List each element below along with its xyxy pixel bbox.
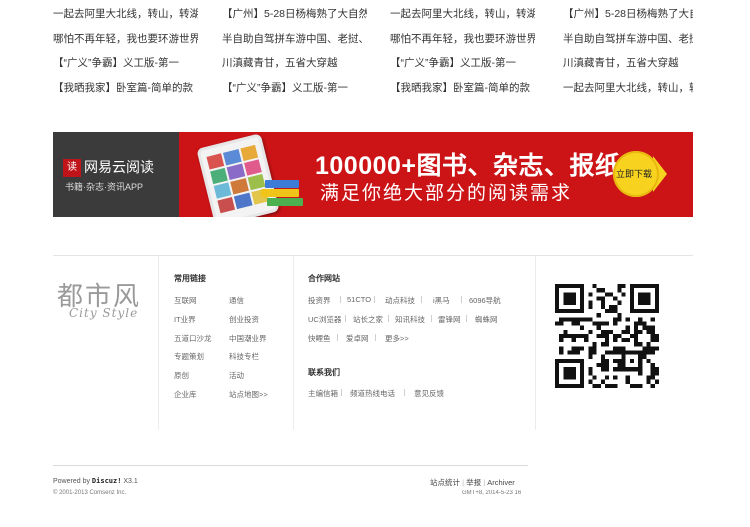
footer-utility-links: 站点统计 | 举报 | Archiver [430,478,515,487]
reading-app-banner[interactable]: 读 网易云阅读 书籍·杂志·资讯APP 100000+图书、杂志、报纸 满足你绝… [53,132,693,217]
partner-link[interactable]: 站长之家 [353,314,383,325]
footer-link[interactable]: 五道口沙龙 [174,333,212,344]
banner-brand-panel: 读 网易云阅读 书籍·杂志·资讯APP [53,132,179,217]
thread-link[interactable]: 川滇藏青甘，五省大穿越 [222,55,367,80]
link-separator [466,315,467,322]
thread-link[interactable]: 一起去阿里大北线，转山，转湖 [563,80,693,105]
app-logo-icon: 读 [63,159,81,177]
footer-link[interactable]: 互联网 [174,295,197,306]
column-divider [158,256,159,430]
links-column-3: 一起去阿里大北线，转山，转湖 哪怕不再年轻，我也要环游世界 【“广义”争霸】义工… [390,6,535,104]
footer-link[interactable]: 原创 [174,370,189,381]
thread-link[interactable]: 【我晒我家】卧室篇-简单的款 [390,80,535,105]
link-separator [388,315,389,322]
featured-links-grid: 一起去阿里大北线，转山，转湖 哪怕不再年轻，我也要环游世界 【“广义”争霸】义工… [0,0,750,100]
link-separator [421,296,422,303]
footer-link[interactable]: 站点地图>> [229,389,268,400]
partner-link[interactable]: 蜘蛛网 [475,314,498,325]
contact-link[interactable]: 频道热线电话 [350,388,395,399]
powered-by: Powered by Discuz! X3.1 [53,477,138,485]
banner-app-name: 网易云阅读 [84,159,154,175]
partner-link[interactable]: 51CTO [347,295,371,304]
thread-link[interactable]: 【广州】5-28日杨梅熟了大自然 [563,6,693,31]
partner-link[interactable]: 投资界 [308,295,331,306]
thread-link[interactable]: 半自助自驾拼车游中国、老挝、 [222,31,367,56]
footer-link[interactable]: IT业界 [174,314,196,325]
link-separator [337,334,338,341]
thread-link[interactable]: 【我晒我家】卧室篇-简单的款 [53,80,198,105]
contact-link[interactable]: 主编信箱 [308,388,338,399]
footer-link[interactable]: 专题策划 [174,351,204,362]
footer-link[interactable]: 活动 [229,370,244,381]
footer-link[interactable]: 科技专栏 [229,351,259,362]
footer-link[interactable]: 中国潮业界 [229,333,267,344]
links-column-2: 【广州】5-28日杨梅熟了大自然 半自助自驾拼车游中国、老挝、 川滇藏青甘，五省… [222,6,367,104]
footer-link[interactable]: 企业库 [174,389,197,400]
contact-heading: 联系我们 [308,368,340,377]
link-separator [340,296,341,303]
partner-link[interactable]: 知讯科技 [395,314,425,325]
partner-link[interactable]: UC浏览器 [308,314,341,325]
column-divider [293,256,294,430]
link-separator [374,296,375,303]
thread-link[interactable]: 【“广义”争霸】义工版-第一 [222,80,367,105]
contact-link[interactable]: 意见反馈 [414,388,444,399]
thread-link[interactable]: 哪怕不再年轻，我也要环游世界 [53,31,198,56]
more-partners-link[interactable]: 更多>> [385,333,409,344]
thread-link[interactable]: 哪怕不再年轻，我也要环游世界 [390,31,535,56]
partner-link[interactable]: 雷锋网 [438,314,461,325]
partner-link[interactable]: 快鲤鱼 [308,333,331,344]
server-time: GMT+8, 2014-5-23 16 [462,490,522,496]
partner-link[interactable]: 动点科技 [385,295,415,306]
thread-link[interactable]: 半自助自驾拼车游中国、老挝、 [563,31,693,56]
footer-link[interactable]: 通信 [229,295,244,306]
banner-tagline: 满足你绝大部分的阅读需求 [320,182,573,204]
download-button[interactable]: 立即下载 [613,151,659,197]
thread-link[interactable]: 【广州】5-28日杨梅熟了大自然 [222,6,367,31]
powered-version: X3.1 [123,478,138,485]
links-column-4: 【广州】5-28日杨梅熟了大自然 半自助自驾拼车游中国、老挝、 川滇藏青甘，五省… [563,6,693,104]
banner-app-subtitle: 书籍·杂志·资讯APP [65,182,144,192]
link-separator [461,296,462,303]
powered-brand-link[interactable]: Discuz! [92,477,122,485]
powered-prefix: Powered by [53,478,90,485]
footer-link[interactable]: 创业投资 [229,314,259,325]
link-separator [431,315,432,322]
qr-code-icon [555,284,659,388]
link-separator [404,389,405,396]
link-separator [375,334,376,341]
link-separator [345,315,346,322]
partner-sites-heading: 合作网站 [308,274,340,283]
common-links-heading: 常用链接 [174,274,206,283]
links-column-1: 一起去阿里大北线，转山，转湖 哪怕不再年轻，我也要环游世界 【“广义”争霸】义工… [53,6,198,104]
copyright-text: © 2001-2013 Comsenz Inc. [53,490,127,496]
thread-link[interactable]: 【“广义”争霸】义工版-第一 [53,55,198,80]
footer-bottom-divider [53,465,528,466]
archiver-link[interactable]: Archiver [487,478,515,487]
partner-link[interactable]: i黑马 [433,295,450,306]
site-stats-link[interactable]: 站点统计 [430,478,460,487]
site-logo-subtitle: City Style [69,306,139,320]
column-divider [535,256,536,430]
thread-link[interactable]: 川滇藏青甘，五省大穿越 [563,55,693,80]
link-separator [341,389,342,396]
banner-headline: 100000+图书、杂志、报纸 [315,152,621,180]
thread-link[interactable]: 【“广义”争霸】义工版-第一 [390,55,535,80]
download-button-label: 立即下载 [616,169,653,179]
report-link[interactable]: 举报 [466,478,481,487]
thread-link[interactable]: 一起去阿里大北线，转山，转湖 [390,6,535,31]
footer-divider [53,255,693,256]
partner-link[interactable]: 爱卓网 [346,333,369,344]
thread-link[interactable]: 一起去阿里大北线，转山，转湖 [53,6,198,31]
partner-link[interactable]: 6096导航 [469,295,501,306]
books-illustration-icon [261,176,311,212]
